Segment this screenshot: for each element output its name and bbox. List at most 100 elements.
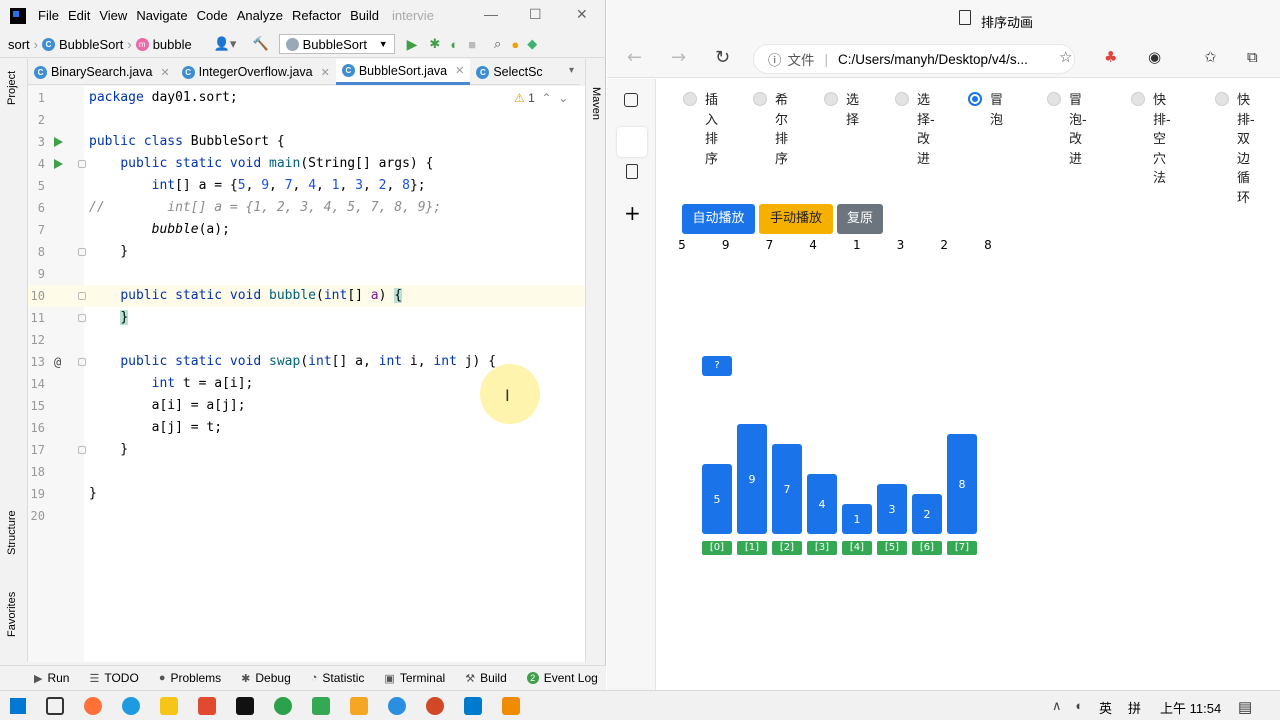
forward-icon[interactable]: → (671, 47, 686, 68)
breadcrumb-class[interactable]: C BubbleSort (42, 37, 123, 52)
collections-icon[interactable]: ⧉ (1247, 48, 1265, 66)
stop-icon[interactable]: ■ (468, 37, 476, 52)
search-app-icon[interactable] (388, 697, 406, 715)
tab-selectsort[interactable]: C SelectSc (470, 59, 548, 85)
code-line-2[interactable]: 2 (28, 109, 585, 131)
code-editor[interactable]: ⚠ 1 ⌃ ⌄ 1 package day01.sort; 2 3 public c… (28, 86, 585, 662)
refresh-icon[interactable]: ↻ (715, 47, 730, 68)
menu-navigate[interactable]: Navigate (136, 8, 187, 23)
vlc-icon[interactable] (502, 697, 520, 715)
breadcrumb-package[interactable]: sort (8, 37, 30, 52)
fold-icon[interactable] (78, 160, 86, 168)
xmind-icon[interactable] (198, 697, 216, 715)
debug-tool-button[interactable]: ✱ Debug (241, 671, 291, 685)
new-tab-icon[interactable]: + (624, 201, 644, 225)
tabs-overflow-icon[interactable]: ▾ (569, 65, 574, 76)
fold-icon[interactable] (78, 314, 86, 322)
menu-refactor[interactable]: Refactor (292, 8, 341, 23)
maximize-icon[interactable]: ☐ (529, 6, 542, 23)
code-line-9[interactable]: 9 (28, 263, 585, 285)
page-tab-icon[interactable] (626, 164, 638, 179)
task-view-icon[interactable] (46, 697, 64, 715)
code-line-7[interactable]: 7 bubble(a); (28, 219, 585, 241)
close-tab-icon[interactable]: ✕ (455, 64, 464, 77)
code-line-11[interactable]: 11 } (28, 307, 585, 329)
todo-tool-button[interactable]: ☰ TODO (89, 671, 138, 685)
notification-icon[interactable]: ▤ (1238, 698, 1252, 716)
start-icon[interactable] (10, 698, 26, 714)
build-hammer-icon[interactable]: 🔨 (252, 36, 268, 52)
fold-icon[interactable] (78, 358, 86, 366)
project-tool-tab[interactable]: Project (6, 71, 18, 105)
code-line-17[interactable]: 17 } (28, 439, 585, 461)
statistic-tool-button[interactable]: ◔ Statistic (311, 671, 365, 685)
close-tab-icon[interactable]: ✕ (160, 66, 169, 79)
code-line-20[interactable]: 20 (28, 505, 585, 527)
volume-icon[interactable]: ◖ (1074, 698, 1082, 713)
ime-language[interactable]: 英 (1099, 698, 1112, 717)
maven-tool-tab[interactable]: Maven (590, 87, 602, 120)
coverage-icon[interactable]: ◐ (450, 37, 458, 52)
code-line-5[interactable]: 5 int[] a = {5, 9, 7, 4, 1, 3, 2, 8}; (28, 175, 585, 197)
intellij-icon[interactable] (236, 697, 254, 715)
run-gutter-icon[interactable] (54, 137, 63, 147)
run-tool-button[interactable]: ▶ Run (34, 671, 69, 685)
event-log-tool-button[interactable]: 2 Event Log (526, 671, 598, 685)
menu-file[interactable]: File (38, 8, 59, 23)
app-orange-icon[interactable] (350, 697, 368, 715)
fold-icon[interactable] (78, 248, 86, 256)
add-favorite-icon[interactable]: ☆ (1059, 48, 1077, 66)
run-config-select[interactable]: BubbleSort ▼ (278, 34, 395, 54)
structure-tool-tab[interactable]: Structure (6, 510, 18, 555)
extension-icon[interactable]: ♣ (1104, 48, 1122, 66)
powerpoint-icon[interactable] (426, 697, 444, 715)
annotation-icon[interactable]: @ (54, 351, 61, 373)
code-line-18[interactable]: 18 (28, 461, 585, 483)
code-line-10[interactable]: 10 public static void bubble(int[] a) { (28, 285, 585, 307)
calculator-icon[interactable] (312, 697, 330, 715)
ime-mode[interactable]: 拼 (1128, 698, 1141, 717)
tab-integeroverflow[interactable]: C IntegerOverflow.java ✕ (176, 59, 336, 85)
tab-bubblesort[interactable]: C BubbleSort.java ✕ (335, 59, 471, 85)
search-icon[interactable]: ⌕ (494, 36, 501, 52)
tab-actions-icon[interactable] (624, 93, 638, 107)
vscode-icon[interactable] (464, 697, 482, 715)
taskbar-clock[interactable]: 上午 11:54 (1160, 698, 1221, 717)
code-line-19[interactable]: 19} (28, 483, 585, 505)
code-line-3[interactable]: 3 public class BubbleSort { (28, 131, 585, 153)
menu-code[interactable]: Code (197, 8, 228, 23)
code-line-12[interactable]: 12 (28, 329, 585, 351)
fold-icon[interactable] (78, 446, 86, 454)
menu-view[interactable]: View (99, 8, 127, 23)
code-line-8[interactable]: 8 } (28, 241, 585, 263)
code-line-6[interactable]: 6// int[] a = {1, 2, 3, 4, 5, 7, 8, 9}; (28, 197, 585, 219)
favorites-icon[interactable]: ✩ (1204, 48, 1222, 66)
tray-chevron-icon[interactable]: ∧ (1052, 698, 1062, 714)
app-green-icon[interactable] (274, 697, 292, 715)
edge-icon[interactable] (122, 697, 140, 715)
close-icon[interactable]: ✕ (576, 6, 588, 23)
user-icon[interactable]: 👤▾ (214, 36, 237, 52)
update-icon[interactable]: ● (511, 37, 519, 52)
firefox-icon[interactable] (84, 697, 102, 715)
code-line-4[interactable]: 4 public static void main(String[] args)… (28, 153, 585, 175)
run-gutter-icon[interactable] (54, 159, 63, 169)
close-tab-icon[interactable]: ✕ (321, 66, 330, 79)
file-explorer-icon[interactable] (160, 697, 178, 715)
debug-icon[interactable]: ✱ (429, 36, 440, 52)
build-tool-button[interactable]: ⚒ Build (465, 671, 507, 685)
menu-edit[interactable]: Edit (68, 8, 90, 23)
code-line-1[interactable]: 1 package day01.sort; (28, 87, 585, 109)
menu-analyze[interactable]: Analyze (237, 8, 283, 23)
plugin-icon[interactable]: ◆ (527, 36, 537, 52)
favorites-tool-tab[interactable]: Favorites (6, 592, 18, 637)
problems-tool-button[interactable]: ● Problems (159, 671, 221, 685)
active-tab-icon[interactable] (617, 127, 647, 157)
tab-binarysearch[interactable]: C BinarySearch.java ✕ (28, 59, 176, 85)
terminal-tool-button[interactable]: ▣ Terminal (384, 671, 445, 685)
menu-build[interactable]: Build (350, 8, 379, 23)
breadcrumb-method[interactable]: m bubble (135, 37, 192, 52)
address-bar[interactable]: ⓘ 文件 | C:/Users/manyh/Desktop/v4/s... (753, 44, 1075, 74)
fold-icon[interactable] (78, 292, 86, 300)
evernote-icon[interactable]: ◉ (1148, 48, 1166, 66)
